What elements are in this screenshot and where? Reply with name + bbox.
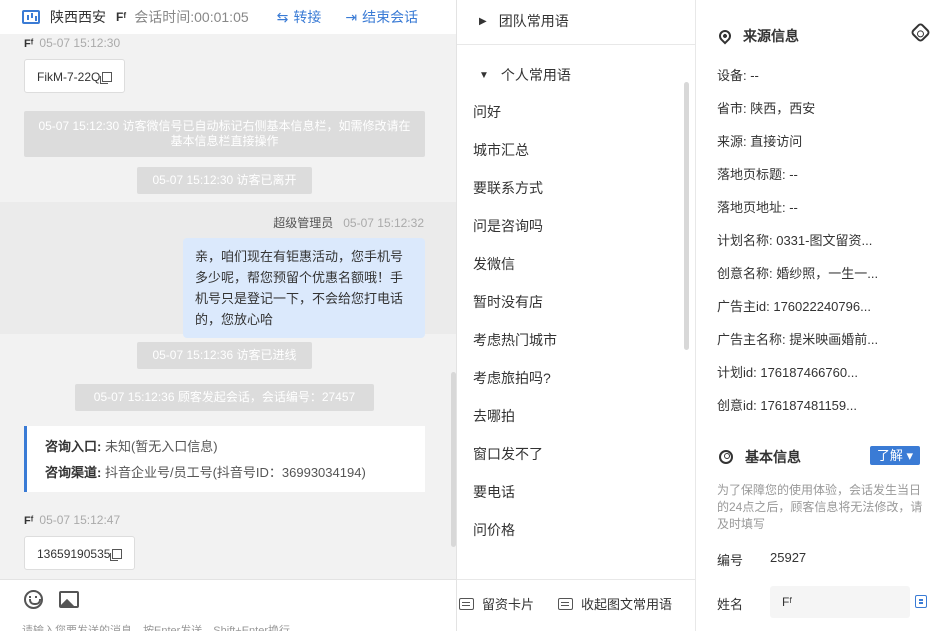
consult-info-card: 咨询入口: 未知(暂无入口信息) 咨询渠道: 抖音企业号/员工号(抖音号ID：3… [24,426,425,492]
end-session-button[interactable]: ⇥ 结束会话 [345,7,418,27]
system-message: 05-07 15:12:36 访客已进线 [137,342,312,369]
customer-info-panel: 来源信息 设备: -- 省市: 陕西，西安 来源: 直接访问 落地页标题: --… [697,0,949,631]
chat-panel: 陕西西安 Fᶠ 会话时间: 00:01:05 ⇆ 转接 ⇥ 结束会话 Fᶠ 05-… [0,0,457,631]
quick-phrases-panel: ▶ 团队常用语 ▼ 个人常用语 问好 城市汇总 要联系方式 问是咨询吗 发微信 … [457,0,696,631]
exit-icon: ⇥ [345,8,358,25]
basic-info-title: 基本信息 [719,447,801,467]
source-info-title: 来源信息 [716,26,799,46]
caret-down-icon: ▼ [479,69,489,81]
user-icon [719,450,733,464]
personal-phrases-toggle[interactable]: ▼ 个人常用语 [479,65,571,85]
phrases-footer: 留资卡片 收起图文常用语 [457,579,696,631]
lead-card-button[interactable]: 留资卡片 [459,594,534,613]
source-row-plan-name: 计划名称: 0331-图文留资... [717,233,873,248]
phrase-item[interactable]: 窗口发不了 [473,444,543,464]
transfer-button[interactable]: ⇆ 转接 [277,7,322,27]
divider [457,44,696,45]
system-message: 05-07 15:12:36 顾客发起会话，会话编号：27457 [75,384,374,411]
source-row-landing-title: 落地页标题: -- [717,167,798,182]
visitor-name: Fᶠ [116,10,127,24]
edit-notice: 为了保障您的使用体验，会话发生当日的24点之后，顾客信息将无法修改，请及时填写 [717,483,923,531]
source-row-creative-id: 创意id: 176187481159... [717,398,857,413]
copy-icon[interactable] [915,595,927,608]
location-pin-icon [716,27,734,45]
phrase-item[interactable]: 要电话 [473,482,515,502]
chart-icon [22,10,40,24]
caret-right-icon: ▶ [479,15,487,27]
customer-id-label: 编号 [717,553,744,568]
phrase-item[interactable]: 发微信 [473,254,515,274]
source-row-advertiser-id: 广告主id: 176022240796... [717,299,871,314]
chat-messages[interactable]: Fᶠ 05-07 15:12:30 FikM-7-22Q 05-07 15:12:… [0,34,456,579]
source-row-origin: 来源: 直接访问 [717,134,803,149]
agent-meta: 超级管理员 05-07 15:12:32 [273,216,424,230]
input-placeholder: 请输入您要发送的消息，按Enter发送，Shift+Enter换行 [22,625,291,631]
phrase-item[interactable]: 去哪拍 [473,406,515,426]
phrase-item[interactable]: 考虑热门城市 [473,330,557,350]
session-time-value: 00:01:05 [194,9,249,25]
phrase-item[interactable]: 问好 [473,102,501,122]
source-row-advertiser-name: 广告主名称: 提米映画婚前... [717,332,879,347]
message-meta: Fᶠ 05-07 15:12:47 [24,513,121,527]
message-meta: Fᶠ 05-07 15:12:30 [24,36,121,50]
collapse-phrases-button[interactable]: 收起图文常用语 [558,594,672,613]
agent-message: 亲，咱们现在有钜惠活动，您手机号多少呢，帮您预留个优惠名额哦！手机号只是登记一下… [183,238,425,338]
source-row-landing-url: 落地页地址: -- [717,200,798,215]
customer-id-value: 25927 [770,550,807,565]
settings-icon[interactable] [909,21,932,44]
system-message: 05-07 15:12:30 访客已离开 [137,167,312,194]
visitor-location: 陕西西安 [50,9,106,25]
phrase-item[interactable]: 暂时没有店 [473,292,543,312]
copy-icon[interactable] [112,549,123,559]
phrase-item[interactable]: 考虑旅拍吗? [473,368,551,388]
emoji-icon[interactable] [24,590,43,609]
customer-name-input[interactable]: Fᶠ [770,586,910,618]
source-row-creative-name: 创意名称: 婚纱照，一生一... [717,266,879,281]
team-phrases-toggle[interactable]: ▶ 团队常用语 [479,11,569,31]
visitor-message: 13659190535 [24,536,136,570]
message-icon [558,597,573,610]
session-time-label: 会话时间: [134,9,195,25]
agent-message-block: 超级管理员 05-07 15:12:32 亲，咱们现在有钜惠活动，您手机号多少呢，… [0,202,456,338]
transfer-icon: ⇆ [276,8,289,25]
source-row-city: 省市: 陕西，西安 [717,101,816,116]
source-row-plan-id: 计划id: 176187466760... [717,365,858,380]
chat-header: 陕西西安 Fᶠ 会话时间: 00:01:05 ⇆ 转接 ⇥ 结束会话 [0,0,456,34]
phrase-item[interactable]: 城市汇总 [473,140,529,160]
phrase-item[interactable]: 问价格 [473,520,515,540]
phrases-scrollbar[interactable] [684,82,689,350]
chat-input-area[interactable]: 请输入您要发送的消息，按Enter发送，Shift+Enter换行 [0,579,456,631]
phrase-item[interactable]: 要联系方式 [473,178,543,198]
source-row-device: 设备: -- [717,68,759,83]
copy-icon[interactable] [102,72,113,82]
learn-more-button[interactable]: 了解 ▾ [870,446,920,465]
phrase-item[interactable]: 问是咨询吗 [473,216,543,236]
card-icon [459,597,474,610]
visitor-message: FikM-7-22Q [24,59,126,93]
customer-name-label: 姓名 [717,597,744,612]
chat-scrollbar[interactable] [451,372,456,547]
image-icon[interactable] [59,591,79,608]
system-message: 05-07 15:12:30 访客微信号已自动标记右侧基本信息栏，如需修改请在基… [24,111,425,157]
